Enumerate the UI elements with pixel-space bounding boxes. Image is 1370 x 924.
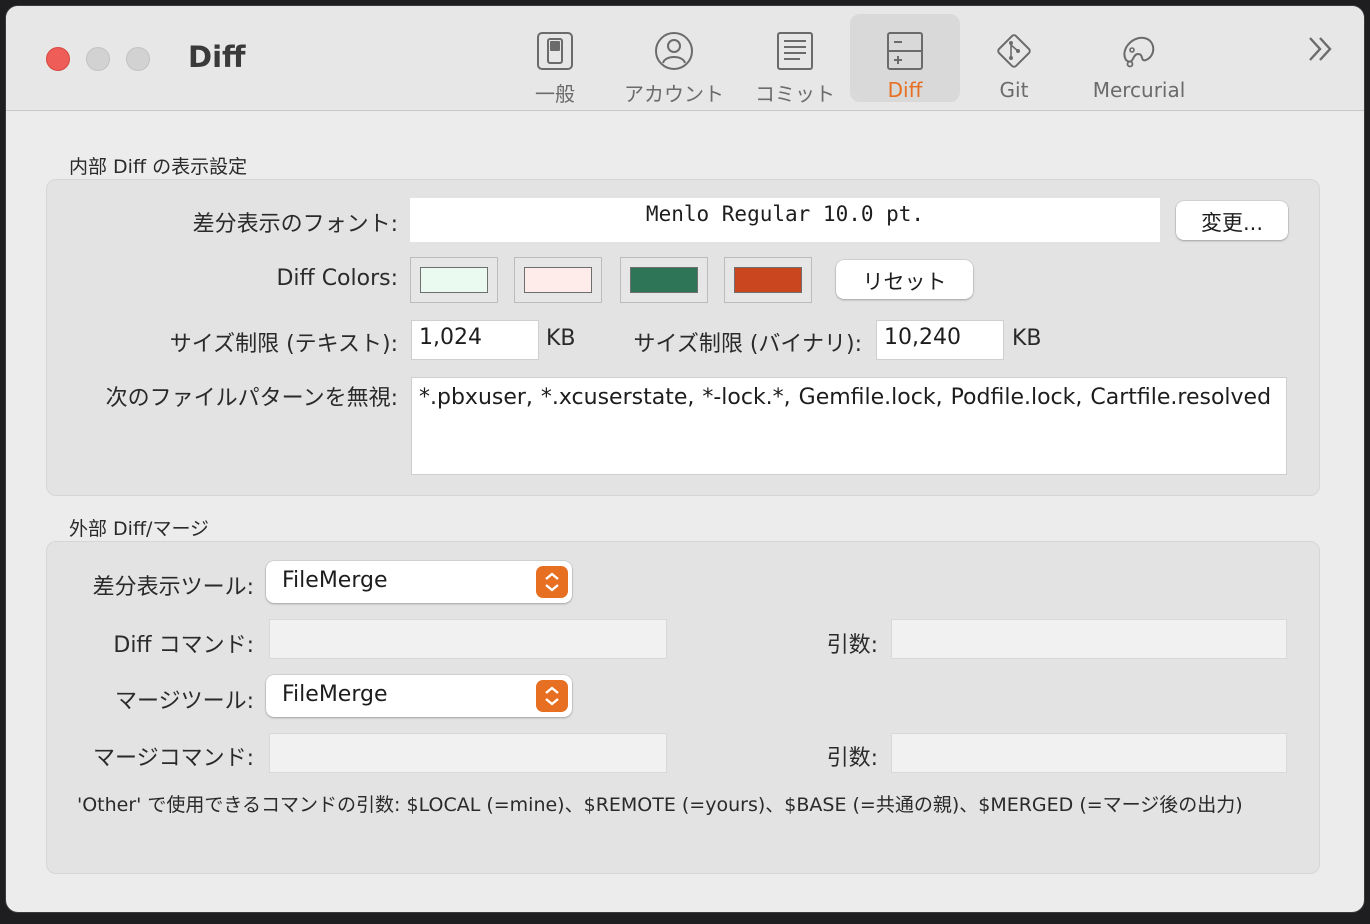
diff-command-label: Diff コマンド: xyxy=(113,633,254,658)
color-well-added[interactable] xyxy=(410,257,498,303)
font-label: 差分表示のフォント: xyxy=(192,212,398,237)
tab-git[interactable]: Git xyxy=(964,14,1064,102)
tab-label: コミット xyxy=(755,82,835,106)
diff-tool-label: 差分表示ツール: xyxy=(92,575,254,600)
text-document-icon xyxy=(777,32,813,70)
font-display-field: Menlo Regular 10.0 pt. xyxy=(410,198,1160,242)
color-well-removed-highlight[interactable] xyxy=(724,257,812,303)
tab-mercurial[interactable]: Mercurial xyxy=(1074,14,1204,102)
external-section-title: 外部 Diff/マージ xyxy=(69,518,210,540)
merge-command-label: マージコマンド: xyxy=(93,746,254,771)
diff-args-label: 引数: xyxy=(826,633,878,658)
color-well-removed[interactable] xyxy=(514,257,602,303)
window-title: Diff xyxy=(188,40,246,74)
merge-tool-label: マージツール: xyxy=(115,689,254,714)
chevron-up-down-icon xyxy=(536,680,568,712)
color-swatch-added-highlight xyxy=(630,267,698,293)
color-swatch-removed-highlight xyxy=(734,267,802,293)
tab-label: アカウント xyxy=(624,82,724,106)
size-limit-text-label: サイズ制限 (テキスト): xyxy=(169,332,398,357)
switch-icon xyxy=(537,32,573,70)
git-diamond-icon xyxy=(997,34,1031,68)
size-limit-binary-unit: KB xyxy=(1012,326,1042,351)
zoom-button[interactable] xyxy=(126,47,150,71)
diff-command-input[interactable] xyxy=(269,619,667,659)
title-bar: Diff 一般 アカウント コミット Diff Git Mercurial xyxy=(6,6,1364,111)
diff-tool-select[interactable]: FileMerge xyxy=(266,561,572,603)
tab-commit[interactable]: コミット xyxy=(740,14,850,106)
color-swatch-removed xyxy=(524,267,592,293)
merge-tool-select[interactable]: FileMerge xyxy=(266,675,572,717)
minimize-button[interactable] xyxy=(86,47,110,71)
close-button[interactable] xyxy=(46,47,70,71)
tab-diff[interactable]: Diff xyxy=(850,14,960,102)
plus-minus-icon xyxy=(887,32,923,70)
double-chevron-right-icon[interactable] xyxy=(1304,32,1338,66)
merge-args-input[interactable] xyxy=(891,733,1287,773)
size-limit-text-unit: KB xyxy=(546,326,576,351)
size-limit-binary-input[interactable]: 10,240 xyxy=(876,320,1004,360)
tab-general[interactable]: 一般 xyxy=(500,14,610,106)
diff-args-input[interactable] xyxy=(891,619,1287,659)
diff-colors-label: Diff Colors: xyxy=(276,266,398,291)
ignore-patterns-textarea[interactable]: *.pbxuser, *.xcuserstate, *-lock.*, Gemf… xyxy=(411,377,1287,475)
tab-label: Mercurial xyxy=(1092,78,1186,102)
tab-label: Git xyxy=(999,78,1029,102)
merge-args-label: 引数: xyxy=(826,746,878,771)
size-limit-binary-label: サイズ制限 (バイナリ): xyxy=(633,332,862,357)
ignore-patterns-label: 次のファイルパターンを無視: xyxy=(105,386,398,411)
change-font-button[interactable]: 変更... xyxy=(1176,201,1288,240)
preferences-window: Diff 一般 アカウント コミット Diff Git Mercurial 内部… xyxy=(6,6,1364,912)
chevron-up-down-icon xyxy=(536,566,568,598)
diff-tool-value: FileMerge xyxy=(282,568,388,593)
person-circle-icon xyxy=(655,32,693,70)
mercurial-drop-icon xyxy=(1123,36,1155,68)
command-arguments-note: 'Other' で使用できるコマンドの引数: $LOCAL (=mine)、$R… xyxy=(77,794,1243,816)
tab-account[interactable]: アカウント xyxy=(614,14,734,106)
internal-section-title: 内部 Diff の表示設定 xyxy=(69,156,248,178)
color-well-added-highlight[interactable] xyxy=(620,257,708,303)
color-swatch-added xyxy=(420,267,488,293)
merge-tool-value: FileMerge xyxy=(282,682,388,707)
size-limit-text-input[interactable]: 1,024 xyxy=(411,320,539,360)
merge-command-input[interactable] xyxy=(269,733,667,773)
tab-label: Diff xyxy=(887,78,923,102)
reset-colors-button[interactable]: リセット xyxy=(836,260,973,299)
tab-label: 一般 xyxy=(535,82,575,106)
